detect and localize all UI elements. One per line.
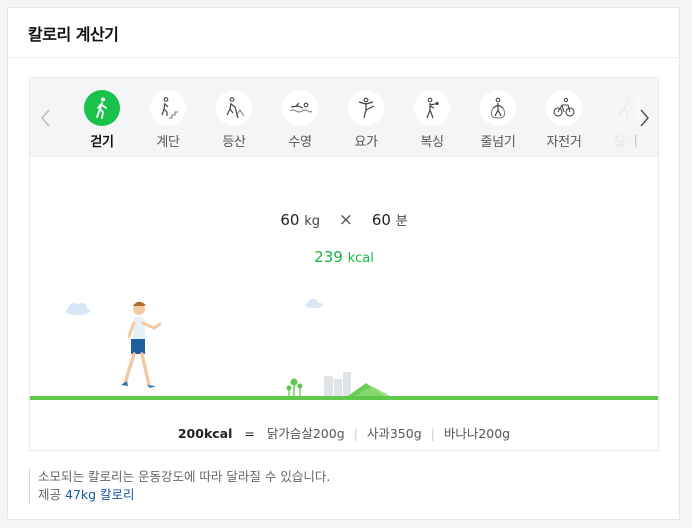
food-item: 닭가슴살200g <box>266 426 345 441</box>
disclaimer-text: 소모되는 칼로리는 운동강도에 따라 달라질 수 있습니다. <box>38 469 331 484</box>
sport-label: 계단 <box>156 135 180 150</box>
kcal-value: 239 <box>314 248 343 266</box>
ground-line <box>30 396 658 400</box>
food-equivalents: 200kcal = 닭가슴살200g | 사과350g | 바나나200g <box>30 423 658 442</box>
provider-link[interactable]: 47kg 칼로리 <box>65 487 135 502</box>
yoga-icon <box>348 90 384 126</box>
hills-icon <box>348 383 390 396</box>
food-item: 바나나200g <box>443 426 511 441</box>
sport-label: 달리 <box>614 135 638 150</box>
sport-boxing[interactable]: 복싱 <box>402 90 462 150</box>
footer-note: 소모되는 칼로리는 운동강도에 따라 달라질 수 있습니다. 제공 47kg 칼… <box>29 468 330 504</box>
calc-expression: 60 kg × 60 분 <box>30 210 658 230</box>
buildings-icon <box>324 372 351 396</box>
cloud-icon <box>66 303 90 315</box>
tree-icon <box>286 378 303 396</box>
sport-bicycle[interactable]: 자전거 <box>534 90 594 150</box>
jump-rope-icon <box>480 90 516 126</box>
provider-line: 제공 47kg 칼로리 <box>38 486 330 504</box>
equals-sign: = <box>244 426 255 441</box>
sport-label: 요가 <box>354 135 378 150</box>
sport-yoga[interactable]: 요가 <box>336 90 396 150</box>
sport-hiking[interactable]: 등산 <box>204 90 264 150</box>
prev-arrow-icon[interactable] <box>36 106 56 130</box>
sport-swimming[interactable]: 수영 <box>270 90 330 150</box>
sports-carousel: 걷기 계단 등산 수영 요가 복싱 줄넘기 자전거 달리 <box>30 78 658 157</box>
separator: | <box>430 426 435 441</box>
boxing-icon <box>414 90 450 126</box>
sport-label: 수영 <box>288 135 312 150</box>
bicycle-icon <box>546 90 582 126</box>
provider-prefix: 제공 <box>38 487 62 502</box>
sport-label: 걷기 <box>90 135 114 150</box>
walking-illustration <box>30 278 658 400</box>
walker-figure <box>121 301 162 388</box>
kcal-result: 239 kcal <box>30 248 658 266</box>
card-header: 칼로리 계산기 <box>8 8 679 58</box>
weight-unit: kg <box>304 214 320 229</box>
food-item: 사과350g <box>366 426 422 441</box>
minutes-value: 60 <box>371 211 391 229</box>
walking-icon <box>84 90 120 126</box>
food-total: 200kcal <box>177 426 233 441</box>
sport-walking[interactable]: 걷기 <box>72 90 132 150</box>
hiking-icon <box>216 90 252 126</box>
stairs-icon <box>150 90 186 126</box>
card-title: 칼로리 계산기 <box>28 24 119 44</box>
sport-label: 등산 <box>222 135 246 150</box>
swimming-icon <box>282 90 318 126</box>
sport-label: 복싱 <box>420 135 444 150</box>
weight-value: 60 <box>280 211 300 229</box>
scene-svg <box>66 299 390 396</box>
next-arrow-icon[interactable] <box>634 106 654 130</box>
sport-label: 자전거 <box>546 135 582 150</box>
kcal-unit: kcal <box>347 251 374 266</box>
separator: | <box>353 426 358 441</box>
calculator-widget: 걷기 계단 등산 수영 요가 복싱 줄넘기 자전거 달리 60 kg × 60 … <box>29 77 659 451</box>
sport-label: 줄넘기 <box>480 135 516 150</box>
times-icon: × <box>338 210 354 230</box>
calorie-calculator-card: 칼로리 계산기 걷기 계단 등산 수영 요가 복싱 줄넘기 자전거 달리 60 … <box>7 7 680 520</box>
sport-jump-rope[interactable]: 줄넘기 <box>468 90 528 150</box>
cloud-icon <box>305 299 323 308</box>
minutes-unit: 분 <box>395 214 408 229</box>
sport-stairs[interactable]: 계단 <box>138 90 198 150</box>
